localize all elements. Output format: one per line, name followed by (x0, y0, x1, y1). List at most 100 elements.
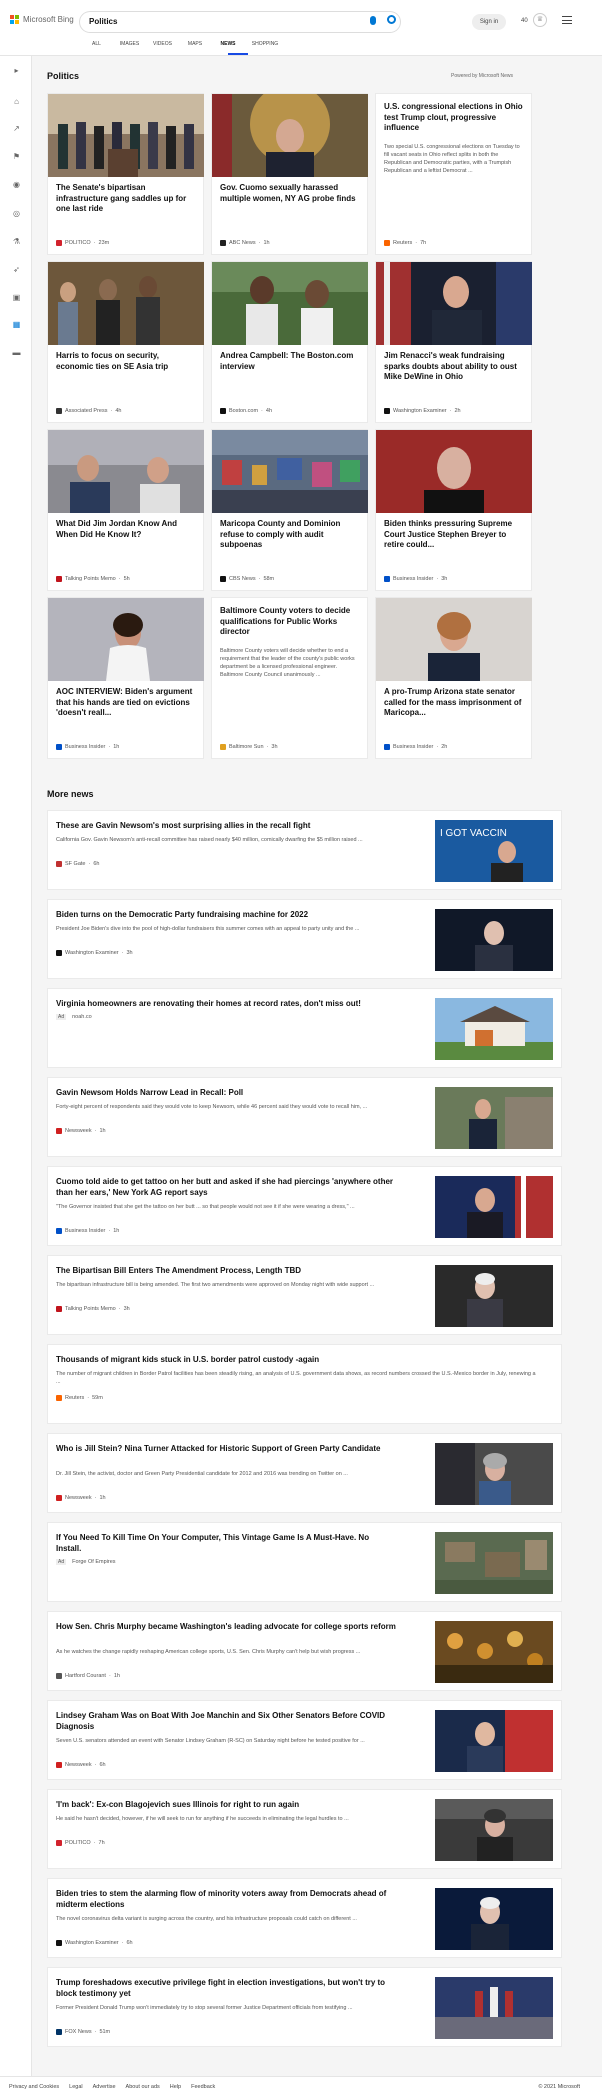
card-title[interactable]: A pro-Trump Arizona state senator called… (376, 681, 531, 719)
card-title[interactable]: U.S. congressional elections in Ohio tes… (376, 94, 531, 134)
news-list-item[interactable]: These are Gavin Newsom's most surprising… (47, 810, 562, 890)
film-icon[interactable]: ▣ (12, 293, 21, 302)
news-card[interactable]: AOC INTERVIEW: Biden's argument that his… (47, 597, 204, 759)
news-card[interactable]: A pro-Trump Arizona state senator called… (375, 597, 532, 759)
tab-images[interactable]: IMAGES (117, 41, 142, 47)
trump-rally-photo (435, 1977, 553, 2039)
flag-icon[interactable]: ⚑ (12, 152, 21, 161)
news-list-item[interactable]: Biden tries to stem the alarming flow of… (47, 1878, 562, 1958)
cuomo-flag-photo (435, 1176, 553, 1238)
news-list-item[interactable]: Lindsey Graham Was on Boat With Joe Manc… (47, 1700, 562, 1780)
globe-icon[interactable]: ◎ (12, 209, 21, 218)
washington-examiner-icon (56, 950, 62, 956)
search-tabs: ALL IMAGES VIDEOS MAPS NEWS SHOPPING (90, 41, 281, 47)
news-card[interactable]: Gov. Cuomo sexually harassed multiple wo… (211, 93, 368, 255)
news-list-item[interactable]: Thousands of migrant kids stuck in U.S. … (47, 1344, 562, 1424)
page-footer: Privacy and Cookies Legal Advertise Abou… (0, 2076, 602, 2097)
tab-maps[interactable]: MAPS (185, 41, 205, 47)
reuters-icon (384, 240, 390, 246)
business-insider-icon (384, 576, 390, 582)
news-card[interactable]: The Senate's bipartisan infrastructure g… (47, 93, 204, 255)
biden-podium-photo (435, 1888, 553, 1950)
news-card[interactable]: Maricopa County and Dominion refuse to c… (211, 429, 368, 591)
footer-link-legal[interactable]: Legal (69, 2084, 82, 2090)
expand-icon[interactable]: ▸ (12, 66, 21, 75)
card-title[interactable]: Andrea Campbell: The Boston.com intervie… (212, 345, 367, 372)
news-list-item[interactable]: How Sen. Chris Murphy became Washington'… (47, 1611, 562, 1691)
search-icon[interactable] (387, 15, 396, 24)
arizona-senator-photo (376, 598, 532, 681)
tab-shopping[interactable]: SHOPPING (249, 41, 281, 47)
rocket-icon[interactable]: ➶ (12, 265, 21, 274)
news-list-item-ad[interactable]: Virginia homeowners are renovating their… (47, 988, 562, 1068)
card-title[interactable]: Harris to focus on security, economic ti… (48, 345, 203, 372)
jordan-photo (48, 430, 204, 513)
money-icon[interactable]: ▬ (12, 348, 21, 357)
microphone-icon[interactable] (370, 16, 376, 25)
tab-news[interactable]: NEWS (218, 41, 238, 47)
news-list-item[interactable]: Trump foreshadows executive privilege fi… (47, 1967, 562, 2047)
tab-all[interactable]: ALL (90, 41, 103, 47)
search-input[interactable]: Politics (80, 12, 400, 32)
news-card[interactable]: Jim Renacci's weak fundraising sparks do… (375, 261, 532, 423)
card-title[interactable]: AOC INTERVIEW: Biden's argument that his… (48, 681, 203, 719)
more-news-heading: More news (47, 789, 94, 799)
aoc-photo (48, 598, 204, 681)
news-card[interactable]: Baltimore County voters to decide qualif… (211, 597, 368, 759)
rewards-points[interactable]: 40 (521, 18, 528, 24)
newsweek-icon (56, 1495, 62, 1501)
news-list-item[interactable]: Cuomo told aide to get tattoo on her but… (47, 1166, 562, 1246)
news-list-item[interactable]: Who is Jill Stein? Nina Turner Attacked … (47, 1433, 562, 1513)
game-screenshot (435, 1532, 553, 1594)
footer-link-advertise[interactable]: Advertise (93, 2084, 116, 2090)
card-title[interactable]: The Senate's bipartisan infrastructure g… (48, 177, 203, 215)
home-icon[interactable]: ⌂ (12, 97, 21, 106)
flask-icon[interactable]: ⚗ (12, 237, 21, 246)
news-card[interactable]: Andrea Campbell: The Boston.com intervie… (211, 261, 368, 423)
biden-photo (435, 909, 553, 971)
news-list-item[interactable]: 'I'm back': Ex-con Blagojevich sues Illi… (47, 1789, 562, 1869)
card-title[interactable]: Maricopa County and Dominion refuse to c… (212, 513, 367, 551)
news-card[interactable]: U.S. congressional elections in Ohio tes… (375, 93, 532, 255)
politico-icon (56, 240, 62, 246)
news-list-item[interactable]: Biden turns on the Democratic Party fund… (47, 899, 562, 979)
card-title[interactable]: Gov. Cuomo sexually harassed multiple wo… (212, 177, 367, 204)
news-card[interactable]: What Did Jim Jordan Know And When Did He… (47, 429, 204, 591)
page-title: Politics (47, 71, 80, 81)
footer-link-privacy[interactable]: Privacy and Cookies (9, 2084, 59, 2090)
news-card[interactable]: Biden thinks pressuring Supreme Court Ju… (375, 429, 532, 591)
card-description: Baltimore County voters will decide whet… (220, 647, 355, 678)
card-title[interactable]: What Did Jim Jordan Know And When Did He… (48, 513, 203, 540)
microsoft-logo-icon (10, 15, 19, 24)
card-title[interactable]: Baltimore County voters to decide qualif… (212, 598, 367, 638)
blagojevich-photo (435, 1799, 553, 1861)
cbs-news-icon (220, 576, 226, 582)
cuomo-photo (212, 94, 368, 177)
newsweek-icon (56, 1128, 62, 1134)
location-icon[interactable]: ◉ (12, 180, 21, 189)
card-title[interactable]: Biden thinks pressuring Supreme Court Ju… (376, 513, 531, 551)
rewards-trophy-icon[interactable]: ♕ (533, 13, 547, 27)
news-list-item[interactable]: The Bipartisan Bill Enters The Amendment… (47, 1255, 562, 1335)
senators-photo (48, 94, 204, 177)
menu-icon[interactable] (562, 16, 572, 24)
news-list-item[interactable]: Gavin Newsom Holds Narrow Lead in Recall… (47, 1077, 562, 1157)
ad-badge: Ad (56, 1559, 67, 1565)
trending-icon[interactable]: ↗ (12, 124, 21, 133)
footer-link-help[interactable]: Help (170, 2084, 181, 2090)
renacci-photo (376, 262, 532, 345)
card-title[interactable]: Jim Renacci's weak fundraising sparks do… (376, 345, 531, 383)
politics-icon[interactable]: ▦ (12, 320, 21, 329)
bing-logo[interactable]: Microsoft Bing (10, 15, 74, 24)
news-list-item-ad[interactable]: If You Need To Kill Time On Your Compute… (47, 1522, 562, 1602)
tab-videos[interactable]: VIDEOS (150, 41, 175, 47)
campbell-photo (212, 262, 368, 345)
footer-link-about-ads[interactable]: About our ads (126, 2084, 160, 2090)
footer-link-feedback[interactable]: Feedback (191, 2084, 215, 2090)
jill-stein-photo (435, 1443, 553, 1505)
boston-com-icon (220, 408, 226, 414)
politico-icon (56, 1840, 62, 1846)
sign-in-button[interactable]: Sign in (472, 14, 506, 30)
powered-by: Powered by Microsoft News (451, 73, 513, 79)
news-card[interactable]: Harris to focus on security, economic ti… (47, 261, 204, 423)
